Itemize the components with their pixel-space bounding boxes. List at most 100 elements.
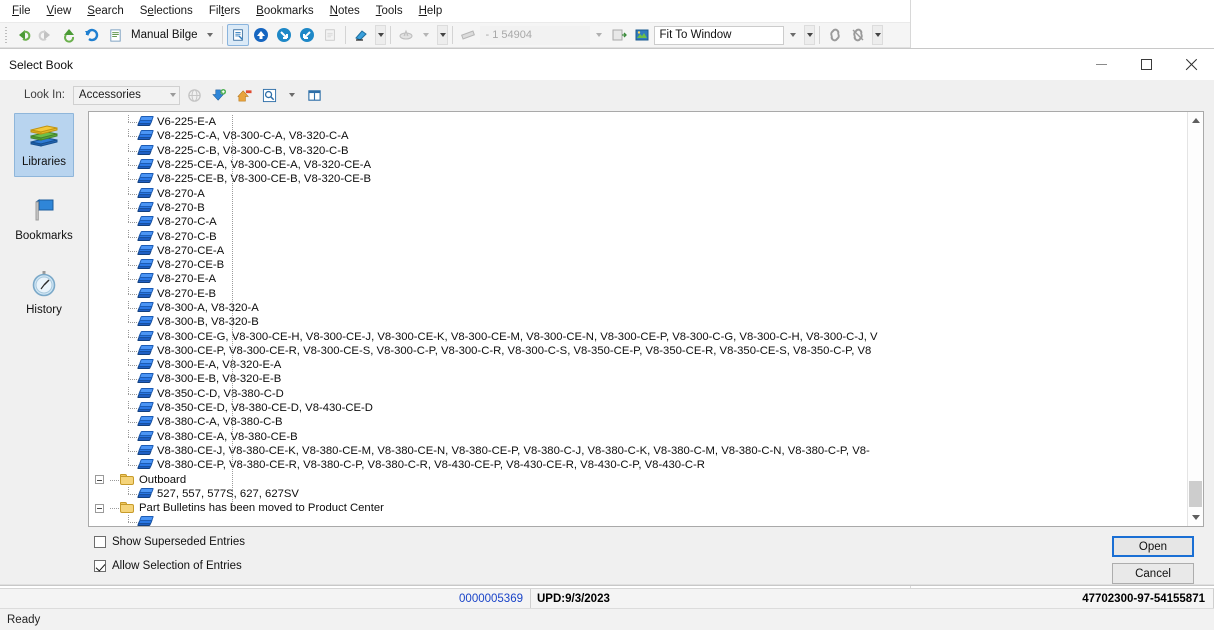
- toolbar-overflow-button-2[interactable]: [437, 25, 448, 45]
- tree-row[interactable]: 527, 557, 577S, 627, 627SV: [89, 487, 1187, 501]
- tree-row-label: V8-270-B: [157, 202, 205, 214]
- tree-row[interactable]: V8-270-E-B: [89, 287, 1187, 301]
- print-preview-icon[interactable]: [227, 24, 249, 46]
- menu-filters[interactable]: Filters: [201, 1, 248, 21]
- record-number[interactable]: 0000005369: [459, 593, 523, 605]
- menu-selections[interactable]: Selections: [132, 1, 201, 21]
- collapse-toggle-icon[interactable]: [95, 504, 104, 513]
- navigate-up-icon[interactable]: [250, 24, 272, 46]
- tree-row[interactable]: V8-270-B: [89, 201, 1187, 215]
- tree-row[interactable]: Part Bulletins has been moved to Product…: [89, 501, 1187, 515]
- scrollbar-thumb[interactable]: [1189, 481, 1202, 507]
- tree-row[interactable]: V8-270-C-B: [89, 229, 1187, 243]
- tree-row[interactable]: V8-225-C-B, V8-300-C-B, V8-320-C-B: [89, 144, 1187, 158]
- checkbox-show-superseded[interactable]: [94, 536, 106, 548]
- collapse-toggle-icon[interactable]: [95, 475, 104, 484]
- find-icon[interactable]: [259, 85, 280, 105]
- scroll-down-arrow-icon[interactable]: [1188, 509, 1204, 526]
- scroll-up-arrow-icon[interactable]: [1188, 112, 1204, 129]
- tree-row[interactable]: V8-300-B, V8-320-B: [89, 315, 1187, 329]
- tree-row[interactable]: V8-300-CE-P, V8-300-CE-R, V8-300-CE-S, V…: [89, 344, 1187, 358]
- book-tree[interactable]: V6-225-E-AV8-225-C-A, V8-300-C-A, V8-320…: [89, 112, 1187, 526]
- tree-connector: [125, 315, 138, 329]
- tree-row[interactable]: V8-225-CE-A, V8-300-CE-A, V8-320-CE-A: [89, 158, 1187, 172]
- toolbar-overflow-button-4[interactable]: [872, 25, 883, 45]
- look-in-row: Look In: Accessories: [0, 81, 1214, 109]
- tree-row[interactable]: V8-380-CE-A, V8-380-CE-B: [89, 430, 1187, 444]
- tree-connector: [125, 258, 138, 272]
- chevron-down-icon-2[interactable]: [423, 33, 429, 37]
- toolbar-separator: [222, 26, 223, 44]
- refresh-icon[interactable]: [81, 24, 103, 46]
- zoom-level-field[interactable]: - 1 54904: [480, 26, 590, 45]
- link-break-icon[interactable]: [847, 24, 869, 46]
- export-up-icon[interactable]: [234, 85, 255, 105]
- chevron-down-icon-2[interactable]: [289, 93, 295, 97]
- tree-connector: [125, 272, 138, 286]
- tree-row[interactable]: V8-270-CE-A: [89, 244, 1187, 258]
- tree-vertical-scrollbar[interactable]: [1187, 112, 1203, 526]
- tree-row[interactable]: V8-270-E-A: [89, 272, 1187, 286]
- dialog-title-bar[interactable]: Select Book: [0, 49, 1214, 81]
- minimize-icon[interactable]: [1079, 49, 1124, 80]
- menu-search[interactable]: Search: [79, 1, 131, 21]
- link-icon[interactable]: [824, 24, 846, 46]
- tree-row[interactable]: V8-225-CE-B, V8-300-CE-B, V8-320-CE-B: [89, 172, 1187, 186]
- tree-row[interactable]: V8-350-CE-D, V8-380-CE-D, V8-430-CE-D: [89, 401, 1187, 415]
- tree-row[interactable]: V8-270-C-A: [89, 215, 1187, 229]
- menu-notes[interactable]: Notes: [322, 1, 368, 21]
- cancel-button[interactable]: Cancel: [1112, 563, 1194, 584]
- tree-row[interactable]: V6-225-E-A: [89, 115, 1187, 129]
- sidebar-item-bookmarks[interactable]: Bookmarks: [14, 187, 74, 251]
- look-in-select[interactable]: Accessories: [73, 86, 180, 105]
- back-arrow-icon[interactable]: [12, 24, 34, 46]
- option-show-superseded[interactable]: Show Superseded Entries: [94, 536, 245, 548]
- image-icon[interactable]: [631, 24, 653, 46]
- close-icon[interactable]: [1169, 49, 1214, 80]
- navigate-down-left-icon[interactable]: [273, 24, 295, 46]
- checkbox-allow-selection[interactable]: [94, 560, 106, 572]
- tree-row[interactable]: V8-300-A, V8-320-A: [89, 301, 1187, 315]
- tree-row-label: V6-225-E-A: [157, 116, 216, 128]
- eraser-icon[interactable]: [350, 24, 372, 46]
- open-button[interactable]: Open: [1112, 536, 1194, 557]
- tree-row[interactable]: V8-270-A: [89, 186, 1187, 200]
- tree-row[interactable]: V8-270-CE-B: [89, 258, 1187, 272]
- columns-view-icon[interactable]: [304, 85, 325, 105]
- tree-row[interactable]: V8-380-CE-P, V8-380-CE-R, V8-380-C-P, V8…: [89, 458, 1187, 472]
- tree-row-label: V8-300-A, V8-320-A: [157, 302, 259, 314]
- up-arrow-icon[interactable]: [58, 24, 80, 46]
- document-name-label[interactable]: Manual Bilge: [127, 29, 201, 41]
- sidebar-item-history[interactable]: History: [14, 261, 74, 325]
- import-down-icon[interactable]: [209, 85, 230, 105]
- menu-tools[interactable]: Tools: [368, 1, 411, 21]
- document-icon[interactable]: [104, 24, 126, 46]
- tree-row[interactable]: V8-300-CE-G, V8-300-CE-H, V8-300-CE-J, V…: [89, 329, 1187, 343]
- toolbar-grip[interactable]: [4, 26, 9, 44]
- tree-row[interactable]: Outboard: [89, 472, 1187, 486]
- menu-file[interactable]: File: [4, 1, 39, 21]
- zoom-dropdown-caret-icon[interactable]: [596, 33, 602, 37]
- sidebar-item-libraries[interactable]: Libraries: [14, 113, 74, 177]
- maximize-icon[interactable]: [1124, 49, 1169, 80]
- toolbar-overflow-button[interactable]: [375, 25, 386, 45]
- tree-row[interactable]: V8-300-E-A, V8-320-E-A: [89, 358, 1187, 372]
- menu-help[interactable]: Help: [411, 1, 451, 21]
- fit-dropdown-caret-icon[interactable]: [790, 33, 796, 37]
- tree-row[interactable]: V8-380-C-A, V8-380-C-B: [89, 415, 1187, 429]
- menu-bookmarks[interactable]: Bookmarks: [248, 1, 322, 21]
- tree-row[interactable]: [89, 515, 1187, 526]
- chevron-down-icon[interactable]: [207, 33, 213, 37]
- scrollbar-track[interactable]: [1188, 129, 1204, 509]
- toolbar-overflow-button-3[interactable]: [804, 25, 815, 45]
- tree-row[interactable]: V8-380-CE-J, V8-380-CE-K, V8-380-CE-M, V…: [89, 444, 1187, 458]
- option-allow-selection[interactable]: Allow Selection of Entries: [94, 560, 245, 572]
- navigate-down-right-icon[interactable]: [296, 24, 318, 46]
- tree-row[interactable]: V8-225-C-A, V8-300-C-A, V8-320-C-A: [89, 129, 1187, 143]
- tree-row[interactable]: V8-300-E-B, V8-320-E-B: [89, 372, 1187, 386]
- page-icon: [319, 24, 341, 46]
- menu-view[interactable]: View: [39, 1, 80, 21]
- tree-row[interactable]: V8-350-C-D, V8-380-C-D: [89, 387, 1187, 401]
- fit-page-icon[interactable]: [608, 24, 630, 46]
- fit-mode-field[interactable]: Fit To Window: [654, 26, 784, 45]
